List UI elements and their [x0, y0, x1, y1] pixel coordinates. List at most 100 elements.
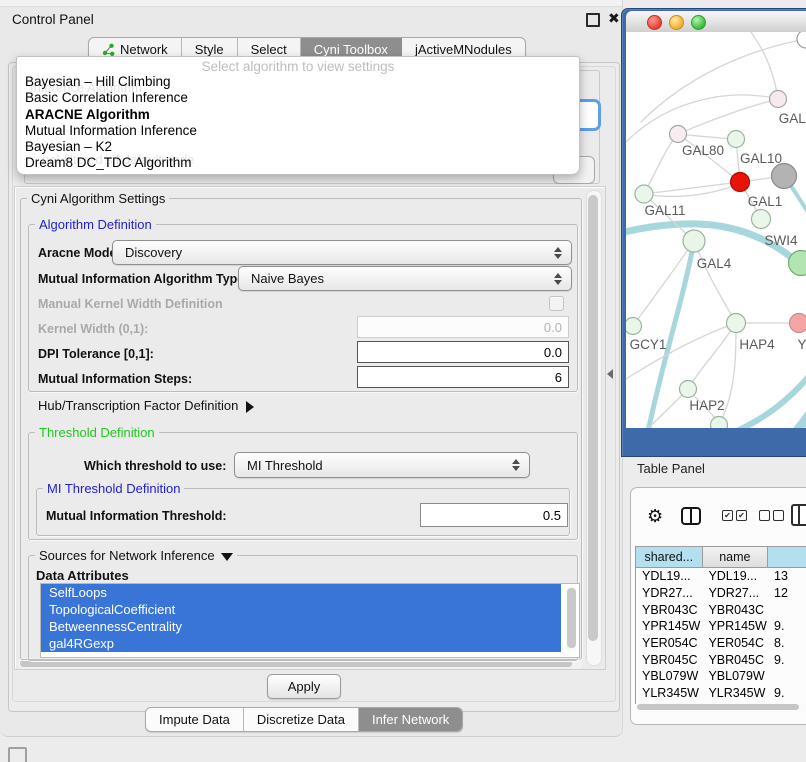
- select-all-icon[interactable]: ✔ ✔: [722, 510, 747, 521]
- network-node[interactable]: [626, 318, 642, 335]
- table-cell: YDR27...: [702, 586, 768, 600]
- table-header-row: shared...name: [636, 547, 806, 568]
- field-value: 0.0: [544, 320, 562, 335]
- apply-button[interactable]: Apply: [267, 674, 341, 699]
- mi-steps-label: Mutual Information Steps:: [38, 372, 192, 386]
- tab-discretize-data[interactable]: Discretize Data: [244, 708, 359, 731]
- node-label: GAL4: [697, 256, 732, 271]
- data-attributes-list: SelfLoopsTopologicalCoefficientBetweenne…: [40, 583, 580, 658]
- table-row[interactable]: YLR345WYLR345W9.: [636, 685, 806, 702]
- network-node[interactable]: [772, 164, 797, 189]
- table-row[interactable]: YBR045CYBR045C9.: [636, 651, 806, 668]
- node-label: Y: [797, 337, 806, 352]
- float-panel-icon[interactable]: [586, 13, 600, 27]
- group-title: Algorithm Definition: [35, 217, 156, 232]
- network-node[interactable]: [797, 32, 806, 48]
- node-label: GAL10: [740, 151, 782, 166]
- control-panel-titlebar: Control Panel: [0, 6, 622, 32]
- splitpane-collapse-icon[interactable]: [607, 369, 613, 379]
- data-attribute-item[interactable]: gal4RGexp: [41, 635, 561, 652]
- column-header[interactable]: name: [703, 547, 769, 568]
- attr-list-scrollbar[interactable]: [567, 587, 576, 651]
- network-node-labels: GAL8GAL80GAL10GAL1GAL11SWI4GAL4GCY1HAP4Y…: [630, 111, 806, 413]
- which-threshold-combobox[interactable]: MI Threshold: [234, 452, 530, 478]
- minimize-window-icon[interactable]: [669, 15, 684, 30]
- hub-definition-toggle[interactable]: Hub/Transcription Factor Definition: [38, 398, 254, 413]
- table-row[interactable]: YBL079WYBL079W: [636, 668, 806, 685]
- expanded-arrow-icon[interactable]: [221, 553, 233, 561]
- aracne-mode-label: Aracne Mode:: [38, 246, 121, 260]
- table-row[interactable]: YDL19...YDL19...13: [636, 568, 806, 585]
- settings-vertical-scrollbar[interactable]: [586, 190, 602, 666]
- table-row[interactable]: YDR27...YDR27...12: [636, 585, 806, 602]
- network-node[interactable]: [680, 381, 697, 398]
- group-title: Sources for Network Inference: [35, 548, 237, 563]
- checked-box-icon: ✔: [736, 510, 747, 521]
- table-cell: YER054C: [636, 636, 702, 650]
- table-panel: ⚙ ✔ ✔ shared...name YDL19...YDL19...13YD…: [630, 487, 806, 725]
- network-window-titlebar[interactable]: [626, 11, 806, 33]
- data-attribute-item[interactable]: BetweennessCentrality: [41, 618, 561, 635]
- data-attribute-item[interactable]: SelfLoops: [41, 584, 561, 601]
- deselect-all-icon[interactable]: [759, 510, 784, 521]
- tab-impute-data[interactable]: Impute Data: [146, 708, 244, 731]
- algorithm-option[interactable]: ARACNE Algorithm: [25, 107, 571, 123]
- close-panel-icon[interactable]: ✖: [608, 9, 620, 27]
- dpi-tolerance-field[interactable]: 0.0: [357, 341, 569, 363]
- tab-infer-network[interactable]: Infer Network: [359, 708, 462, 731]
- network-node[interactable]: [770, 91, 787, 108]
- network-node[interactable]: [752, 210, 771, 229]
- field-value: 0.5: [543, 508, 561, 523]
- kernel-width-field[interactable]: 0.0: [357, 316, 569, 338]
- network-node[interactable]: [670, 126, 687, 143]
- node-label: GAL80: [682, 143, 724, 158]
- network-canvas[interactable]: GAL8GAL80GAL10GAL1GAL11SWI4GAL4GCY1HAP4Y…: [626, 32, 806, 428]
- network-node[interactable]: [790, 314, 806, 333]
- node-label: GAL8: [779, 111, 806, 126]
- table-horizontal-scrollbar[interactable]: [635, 703, 806, 712]
- network-node[interactable]: [711, 417, 728, 429]
- unchecked-box-icon: [773, 510, 784, 521]
- close-window-icon[interactable]: [647, 15, 662, 30]
- table-cell: YLR345W: [636, 686, 702, 700]
- data-attribute-item[interactable]: TopologicalCoefficient: [41, 601, 561, 618]
- group-title: MI Threshold Definition: [43, 481, 184, 496]
- table-panel-title: Table Panel: [637, 461, 705, 476]
- scrollbar-thumb[interactable]: [637, 704, 799, 710]
- mi-algorithm-type-combobox[interactable]: Naive Bayes: [238, 266, 572, 291]
- network-node[interactable]: [731, 173, 750, 192]
- network-view-window[interactable]: GAL8GAL80GAL10GAL1GAL11SWI4GAL4GCY1HAP4Y…: [621, 8, 806, 457]
- minimized-panel-icon[interactable]: [8, 747, 27, 762]
- mi-algorithm-type-label: Mutual Information Algorithm Type:: [38, 272, 248, 286]
- scrollbar-thumb[interactable]: [567, 588, 576, 648]
- table-row[interactable]: YER054CYER054C8.: [636, 635, 806, 652]
- kernel-width-label: Kernel Width (0,1):: [38, 322, 148, 336]
- scrollbar-thumb[interactable]: [588, 195, 598, 641]
- table-toolbar: ⚙ ✔ ✔: [631, 501, 806, 535]
- network-node[interactable]: [635, 185, 653, 203]
- stepper-icon: [554, 273, 562, 285]
- network-node[interactable]: [728, 131, 745, 148]
- table-mode-icon[interactable]: [791, 504, 806, 526]
- network-node[interactable]: [683, 230, 705, 252]
- columns-icon[interactable]: [681, 507, 701, 525]
- mi-threshold-field[interactable]: 0.5: [420, 503, 568, 527]
- column-header[interactable]: [768, 547, 806, 568]
- algorithm-option[interactable]: Mutual Information Inference: [25, 123, 571, 139]
- node-table: shared...name YDL19...YDL19...13YDR27...…: [635, 546, 806, 704]
- group-title: Threshold Definition: [35, 425, 159, 440]
- scrollbar-thumb[interactable]: [20, 660, 572, 667]
- control-panel: Control Panel ✖ Network Style Select: [0, 0, 623, 737]
- table-row[interactable]: YBR043CYBR043C: [636, 601, 806, 618]
- attr-items: SelfLoopsTopologicalCoefficientBetweenne…: [41, 584, 579, 652]
- network-node[interactable]: [727, 314, 746, 333]
- table-cell: YPR145W: [702, 619, 768, 633]
- manual-kernel-width-checkbox[interactable]: [549, 296, 564, 311]
- column-header[interactable]: shared...: [636, 547, 703, 568]
- gear-icon[interactable]: ⚙: [647, 505, 663, 527]
- aracne-mode-combobox[interactable]: Discovery: [112, 240, 572, 265]
- mi-steps-field[interactable]: 6: [357, 366, 569, 388]
- table-row[interactable]: YPR145WYPR145W9.: [636, 618, 806, 635]
- stepper-icon: [512, 459, 520, 471]
- zoom-window-icon[interactable]: [691, 15, 706, 30]
